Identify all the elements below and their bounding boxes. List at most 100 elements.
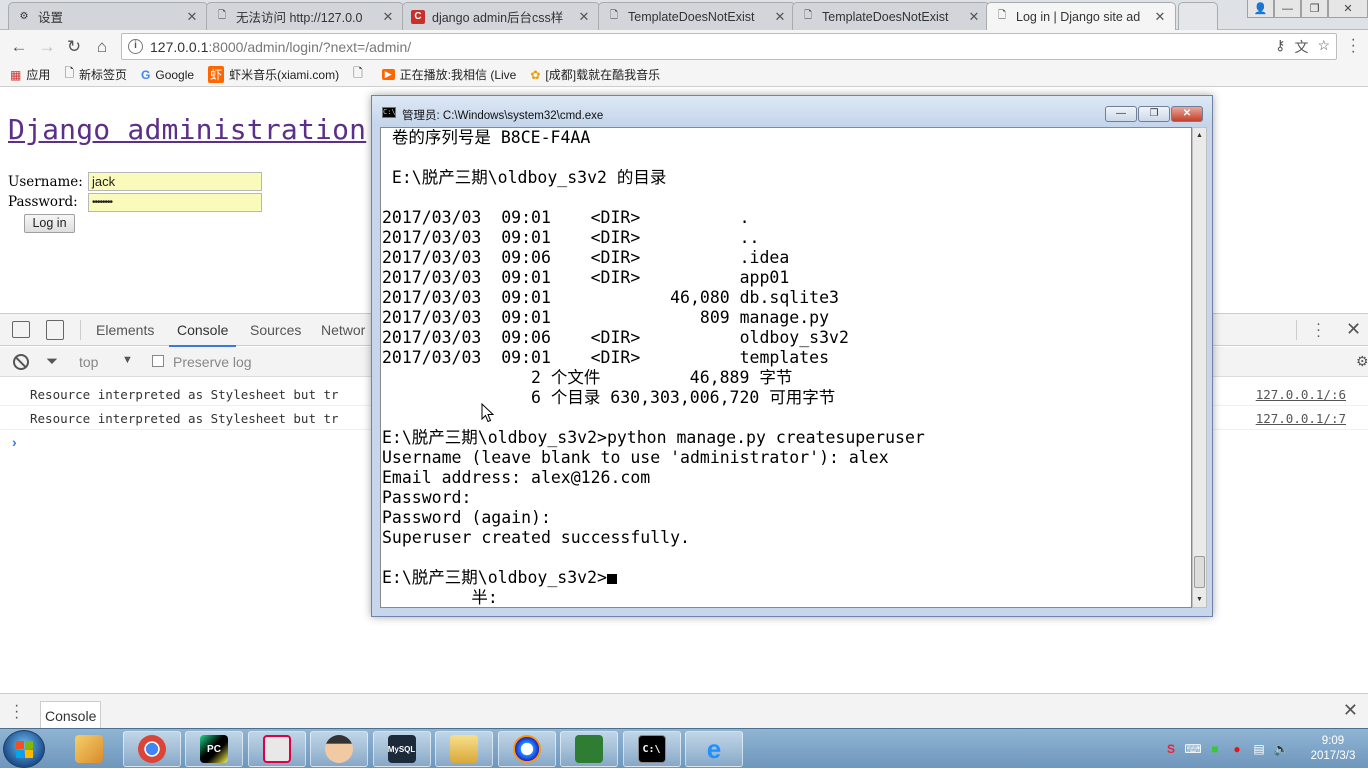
close-devtools-icon[interactable]: ✕ xyxy=(1346,319,1361,340)
forward-button[interactable]: → xyxy=(36,36,58,58)
password-input[interactable]: •••••••• xyxy=(88,193,262,212)
settings-icon[interactable]: ⚙ xyxy=(1356,353,1368,370)
context-selector[interactable]: top xyxy=(79,354,98,370)
taskbar-item[interactable]: PC xyxy=(185,731,243,767)
xiami-icon: 虾 xyxy=(208,66,225,83)
close-drawer-icon[interactable]: ✕ xyxy=(1343,700,1358,721)
console-prompt-icon[interactable]: › xyxy=(12,434,17,450)
back-button[interactable]: ← xyxy=(8,36,30,58)
play-icon: ▶ xyxy=(381,69,395,80)
cmd-scrollbar[interactable]: ▲ ▼ xyxy=(1192,127,1207,608)
username-input[interactable]: jack xyxy=(88,172,262,191)
close-icon[interactable]: ✕ xyxy=(381,9,395,25)
green-app-icon[interactable]: ■ xyxy=(1206,740,1224,758)
minimize-button[interactable]: — xyxy=(1105,106,1137,122)
tab-template-error-2[interactable]: 🗋 TemplateDoesNotExist ✕ xyxy=(792,2,990,30)
close-icon[interactable]: ✕ xyxy=(1153,9,1167,25)
close-icon[interactable]: ✕ xyxy=(185,9,199,25)
address-bar[interactable]: i 127.0.0.1:8000/admin/login/?next=/admi… xyxy=(121,33,1337,60)
scroll-thumb[interactable] xyxy=(1194,556,1205,588)
scroll-down-icon[interactable]: ▼ xyxy=(1193,592,1206,607)
tab-csdn[interactable]: C django admin后台css样 ✕ xyxy=(402,2,600,30)
tab-title: 设置 xyxy=(38,11,64,25)
translate-icon[interactable]: 文 xyxy=(1294,37,1308,57)
network-icon[interactable]: ▤ xyxy=(1250,740,1268,758)
taskbar-item[interactable] xyxy=(60,731,118,767)
url-text[interactable]: 127.0.0.1:8000/admin/login/?next=/admin/ xyxy=(150,39,411,55)
minimize-button[interactable]: — xyxy=(1274,0,1301,18)
bookmark-xiami[interactable]: 虾虾米音乐(xiami.com) xyxy=(208,66,339,83)
bookmark-apps[interactable]: ▦ 应用 xyxy=(10,66,50,83)
reload-button[interactable]: ↻ xyxy=(63,36,85,58)
star-icon[interactable]: ☆ xyxy=(1317,37,1330,57)
taskbar-item[interactable]: C:\ xyxy=(622,731,681,767)
tab-network[interactable]: Networ xyxy=(321,322,365,338)
record-icon[interactable]: ● xyxy=(1228,740,1246,758)
login-button[interactable]: Log in xyxy=(24,214,75,233)
site-title-link[interactable]: Django administration xyxy=(8,113,366,146)
pycharm-icon: PC xyxy=(200,735,228,763)
cmd-window[interactable]: C:\ 管理员: C:\Windows\system32\cmd.exe — ❐… xyxy=(371,95,1213,617)
home-button[interactable]: ⌂ xyxy=(91,36,113,58)
cmd-line: Username (leave blank to use 'administra… xyxy=(382,448,889,467)
tab-settings[interactable]: ⚙ 设置 ✕ xyxy=(8,2,208,30)
cmd-line: Superuser created successfully. xyxy=(382,528,690,547)
device-toolbar-icon[interactable] xyxy=(46,320,64,340)
taskbar-item[interactable]: e xyxy=(685,731,743,767)
close-window-button[interactable]: ✕ xyxy=(1328,0,1368,18)
restore-button[interactable]: ❐ xyxy=(1301,0,1328,18)
key-icon[interactable]: ⚷ xyxy=(1275,37,1285,57)
start-button[interactable] xyxy=(3,730,45,768)
browser-tab-strip: ⚙ 设置 ✕ 🗋 无法访问 http://127.0.0 ✕ C django … xyxy=(0,0,1368,30)
scroll-up-icon[interactable]: ▲ xyxy=(1193,128,1206,143)
volume-icon[interactable]: 🔈 xyxy=(1272,740,1290,758)
tab-sources[interactable]: Sources xyxy=(250,322,301,338)
tab-elements[interactable]: Elements xyxy=(96,322,154,338)
drawer-tab-console[interactable]: Console xyxy=(40,701,102,730)
info-icon[interactable]: i xyxy=(128,39,143,54)
tab-unreachable[interactable]: 🗋 无法访问 http://127.0.0 ✕ xyxy=(206,2,404,30)
username-label: Username: xyxy=(8,174,83,190)
bookmark-blank[interactable]: 🗋 xyxy=(353,64,368,85)
bookmark-now-playing[interactable]: ▶ 正在播放:我相信 (Live xyxy=(381,66,516,83)
taskbar-item[interactable] xyxy=(122,731,181,767)
taskbar-item[interactable] xyxy=(435,731,493,767)
close-icon[interactable]: ✕ xyxy=(967,9,981,25)
cmd-line: 2017/03/03 09:01 <DIR> templates xyxy=(382,348,830,367)
close-button[interactable]: ✕ xyxy=(1171,106,1203,122)
sogou-icon[interactable]: S xyxy=(1162,740,1180,758)
cmd-console[interactable]: 卷的序列号是 B8CE-F4AA E:\脱产三期\oldboy_s3v2 的目录… xyxy=(380,127,1192,608)
clear-console-icon[interactable] xyxy=(13,354,29,370)
taskbar-item[interactable] xyxy=(310,731,368,767)
user-icon[interactable]: 👤 xyxy=(1247,0,1274,18)
taskbar-item[interactable] xyxy=(497,731,556,767)
cmd-titlebar[interactable]: C:\ 管理员: C:\Windows\system32\cmd.exe — ❐… xyxy=(372,96,1212,126)
console-message-source[interactable]: 127.0.0.1/:7 xyxy=(1256,411,1346,426)
inspect-icon[interactable] xyxy=(12,321,30,338)
bookmark-kuwo[interactable]: ✿ [成都]载就在酷我音乐 xyxy=(530,66,660,83)
browser-menu-icon[interactable]: · · · xyxy=(1351,32,1356,60)
filter-icon[interactable]: ⏷ xyxy=(46,353,58,370)
taskbar-item[interactable] xyxy=(560,731,618,767)
bookmark-google[interactable]: G Google xyxy=(141,68,194,82)
clock[interactable]: 9:09 2017/3/3 xyxy=(1298,734,1368,764)
taskbar-item[interactable]: MySQL xyxy=(372,731,431,767)
ime-icon[interactable]: ⌨ xyxy=(1184,740,1202,758)
preserve-log-checkbox[interactable] xyxy=(152,355,164,367)
page-icon: 🗋 xyxy=(353,66,363,80)
gear-icon: ⚙ xyxy=(19,11,29,22)
new-tab-button[interactable] xyxy=(1178,2,1218,30)
devtools-menu-icon[interactable]: · · · xyxy=(1316,316,1321,343)
chevron-down-icon[interactable]: ▼ xyxy=(122,354,133,366)
windows-taskbar: PC MySQL C:\ e S ⌨ ■ ● ▤ 🔈 9:09 2017/3/3 xyxy=(0,728,1368,768)
bookmark-new-tab[interactable]: 🗋 新标签页 xyxy=(64,64,127,85)
taskbar-item[interactable] xyxy=(247,731,306,767)
tab-console[interactable]: Console xyxy=(168,322,237,347)
close-icon[interactable]: ✕ xyxy=(773,9,787,25)
drawer-menu-icon[interactable]: · · · xyxy=(14,698,19,726)
maximize-button[interactable]: ❐ xyxy=(1138,106,1170,122)
close-icon[interactable]: ✕ xyxy=(577,9,591,25)
tab-template-error-1[interactable]: 🗋 TemplateDoesNotExist ✕ xyxy=(598,2,796,30)
tab-django-login[interactable]: 🗋 Log in | Django site ad ✕ xyxy=(986,2,1176,30)
console-message-source[interactable]: 127.0.0.1/:6 xyxy=(1256,387,1346,402)
